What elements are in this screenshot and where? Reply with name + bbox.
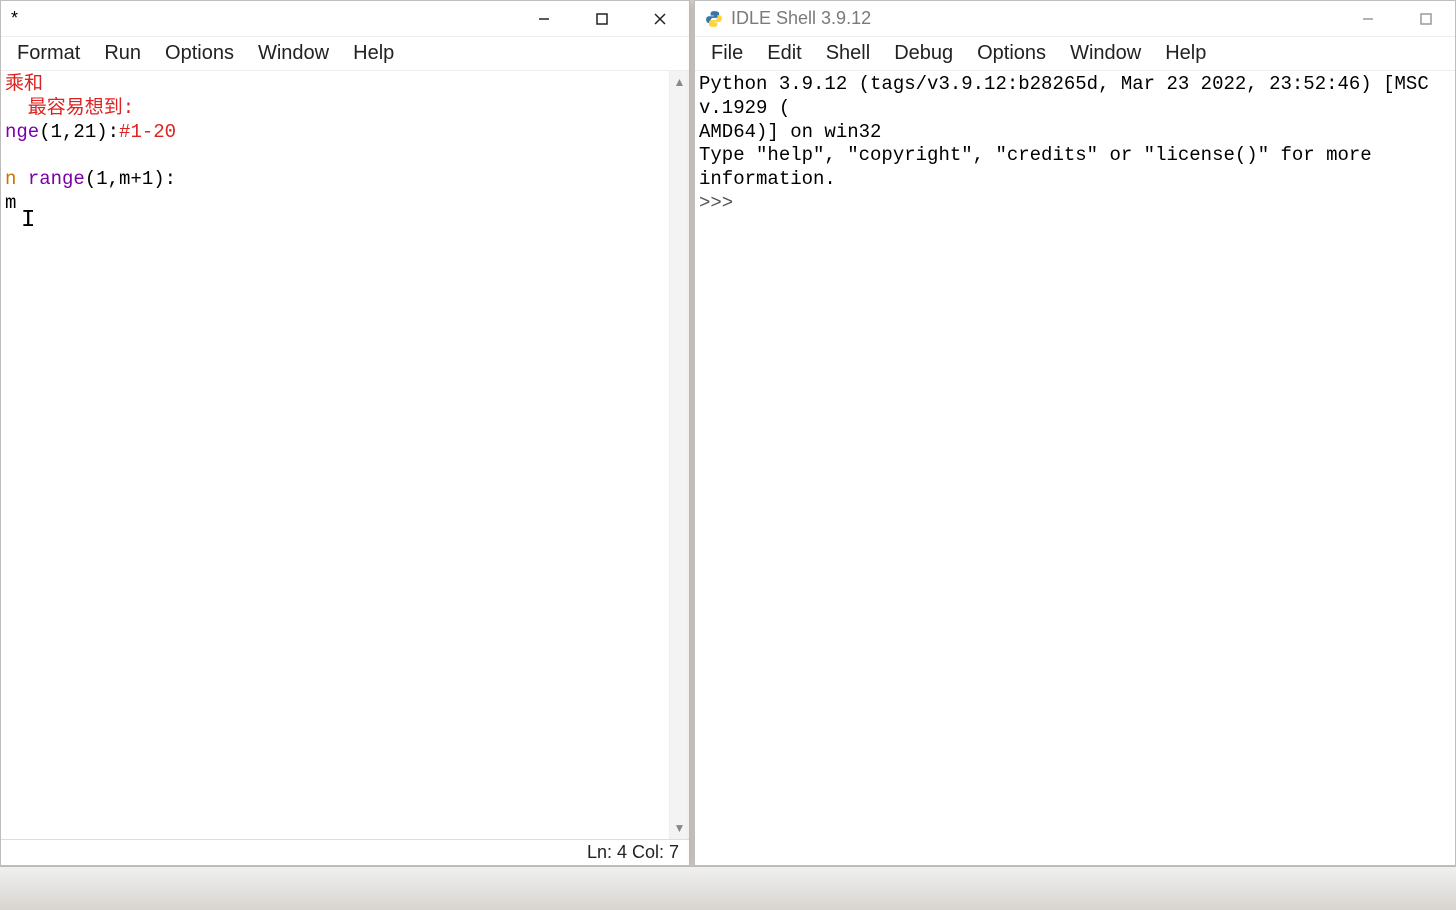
shell-window-controls [1339,1,1455,36]
menu-shell[interactable]: Shell [814,38,882,69]
menu-options[interactable]: Options [965,38,1058,69]
menu-help[interactable]: Help [1153,38,1218,69]
code-line-5: m [5,192,16,214]
minimize-icon [537,12,551,26]
menu-edit[interactable]: Edit [755,38,813,69]
editor-window-controls [515,1,689,36]
cursor-position: Ln: 4 Col: 7 [587,842,679,863]
shell-output[interactable]: Python 3.9.12 (tags/v3.9.12:b28265d, Mar… [695,71,1455,865]
editor-menubar: Format Run Options Window Help [1,37,689,71]
shell-banner-line2: AMD64)] on win32 [699,121,881,143]
menu-options[interactable]: Options [153,38,246,69]
close-icon [653,12,667,26]
shell-title: IDLE Shell 3.9.12 [731,8,1339,29]
editor-titlebar[interactable]: * [1,1,689,37]
code-line-2: 最容易想到: [5,97,134,119]
menu-help[interactable]: Help [341,38,406,69]
close-button[interactable] [631,1,689,36]
editor-window: * Format Run Options Window Help 乘和 最容易想… [0,0,690,866]
shell-banner-line1: Python 3.9.12 (tags/v3.9.12:b28265d, Mar… [699,73,1440,119]
editor-statusbar: Ln: 4 Col: 7 [1,839,689,865]
shell-window: IDLE Shell 3.9.12 File Edit Shell Debug … [694,0,1456,866]
maximize-icon [1419,12,1433,26]
menu-debug[interactable]: Debug [882,38,965,69]
code-editor[interactable]: 乘和 最容易想到: nge(1,21):#1-20 n range(1,m+1)… [1,71,669,839]
editor-title: * [11,8,515,29]
menu-file[interactable]: File [699,38,755,69]
code-line-1: 乘和 [5,73,43,95]
menu-window[interactable]: Window [246,38,341,69]
shell-menubar: File Edit Shell Debug Options Window Hel… [695,37,1455,71]
code-line-3c: #1-20 [119,121,176,143]
maximize-button[interactable] [1397,1,1455,36]
editor-scrollbar[interactable]: ▲ ▼ [669,71,689,839]
code-line-3b: (1,21): [39,121,119,143]
minimize-button[interactable] [515,1,573,36]
menu-window[interactable]: Window [1058,38,1153,69]
code-line-4c: (1,m+1): [85,168,176,190]
menu-format[interactable]: Format [5,38,92,69]
shell-titlebar[interactable]: IDLE Shell 3.9.12 [695,1,1455,37]
scroll-up-icon[interactable]: ▲ [674,71,686,93]
code-line-4b: range [28,168,85,190]
maximize-button[interactable] [573,1,631,36]
text-cursor-icon: I [21,206,35,236]
scroll-down-icon[interactable]: ▼ [674,817,686,839]
taskbar[interactable] [0,866,1456,910]
code-line-3a: nge [5,121,39,143]
code-line-4a: n [5,168,28,190]
editor-body: 乘和 最容易想到: nge(1,21):#1-20 n range(1,m+1)… [1,71,689,839]
python-icon [705,10,723,28]
maximize-icon [595,12,609,26]
menu-run[interactable]: Run [92,38,153,69]
shell-banner-line3: Type "help", "copyright", "credits" or "… [699,144,1383,190]
minimize-button[interactable] [1339,1,1397,36]
shell-prompt: >>> [699,192,745,214]
minimize-icon [1361,12,1375,26]
